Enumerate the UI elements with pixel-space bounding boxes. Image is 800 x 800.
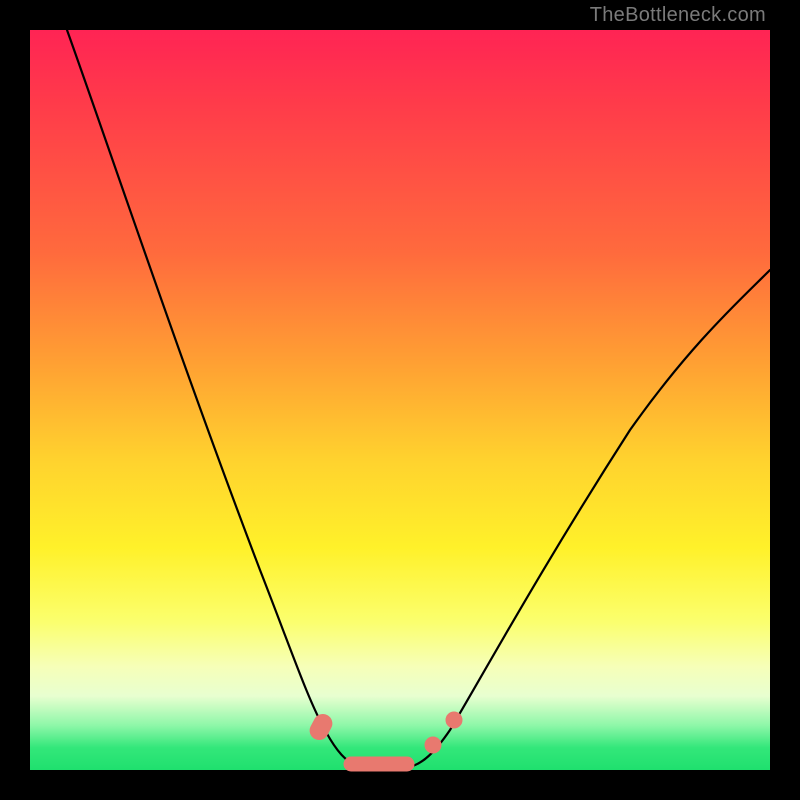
optimal-point-left <box>307 711 335 742</box>
watermark-text: TheBottleneck.com <box>590 4 766 27</box>
bottleneck-curve <box>30 30 770 770</box>
optimal-zone-pill <box>344 757 414 771</box>
curve-path <box>67 30 770 767</box>
optimal-point-right-a <box>425 737 441 753</box>
optimal-point-right-b <box>446 712 462 728</box>
plot-area <box>30 30 770 770</box>
chart-frame: TheBottleneck.com <box>0 0 800 800</box>
